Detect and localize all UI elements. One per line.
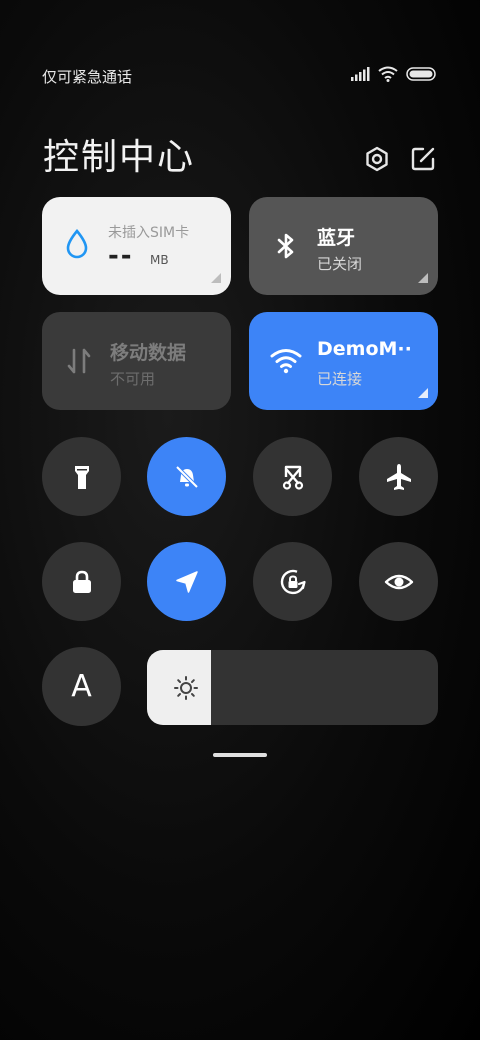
bluetooth-card[interactable]: 蓝牙 已关闭 (249, 197, 438, 295)
lock-icon (72, 570, 91, 593)
bluetooth-status: 已关闭 (317, 255, 363, 273)
screenshot-toggle[interactable] (253, 437, 332, 516)
bluetooth-title: 蓝牙 (317, 227, 356, 249)
mobile-data-title: 移动数据 (110, 342, 187, 364)
sim-status-label: 未插入SIM卡 (108, 225, 190, 241)
location-toggle[interactable] (147, 542, 226, 621)
flashlight-toggle[interactable] (42, 437, 121, 516)
wifi-card[interactable]: DemoM·· 已连接 (249, 312, 438, 410)
expand-corner-icon (418, 273, 428, 283)
wifi-icon (270, 349, 302, 374)
page-title: 控制中心 (43, 137, 196, 178)
home-indicator[interactable] (213, 753, 267, 757)
carrier-status-text: 仅可紧急通话 (42, 68, 133, 86)
settings-button[interactable] (362, 144, 392, 174)
expand-corner-icon (211, 273, 221, 283)
mobile-data-card[interactable]: 移动数据 不可用 (42, 312, 231, 410)
battery-icon (406, 67, 436, 81)
status-bar: 仅可紧急通话 (0, 60, 480, 92)
reading-mode-toggle[interactable] (359, 542, 438, 621)
bell-off-icon (175, 465, 198, 488)
screenshot-icon (282, 465, 303, 490)
data-usage-card[interactable]: 未插入SIM卡 -- MB (42, 197, 231, 295)
eye-icon (384, 574, 413, 589)
wifi-status-icon (378, 66, 398, 82)
wifi-network-name: DemoM·· (317, 338, 412, 360)
rotation-lock-toggle[interactable] (253, 542, 332, 621)
mobile-data-icon (67, 348, 91, 374)
font-size-button[interactable]: A (42, 647, 121, 726)
expand-corner-icon (418, 388, 428, 398)
bluetooth-icon (277, 233, 294, 259)
data-usage-value: -- (108, 241, 134, 271)
flashlight-icon (74, 465, 89, 489)
water-drop-icon (66, 228, 88, 259)
settings-icon (366, 146, 388, 172)
lock-screen-toggle[interactable] (42, 542, 121, 621)
rotation-lock-icon (280, 569, 306, 594)
wifi-status: 已连接 (317, 370, 363, 388)
mute-toggle[interactable] (147, 437, 226, 516)
edit-icon (411, 147, 435, 171)
airplane-icon (386, 463, 411, 490)
mobile-data-status: 不可用 (110, 370, 156, 388)
edit-button[interactable] (408, 144, 438, 174)
airplane-toggle[interactable] (359, 437, 438, 516)
signal-icon (351, 67, 370, 81)
brightness-slider[interactable] (147, 650, 438, 725)
location-icon (175, 570, 198, 593)
font-size-icon: A (71, 669, 92, 704)
brightness-sun-icon (174, 676, 198, 700)
status-icons (350, 66, 436, 82)
data-usage-unit: MB (150, 253, 169, 267)
